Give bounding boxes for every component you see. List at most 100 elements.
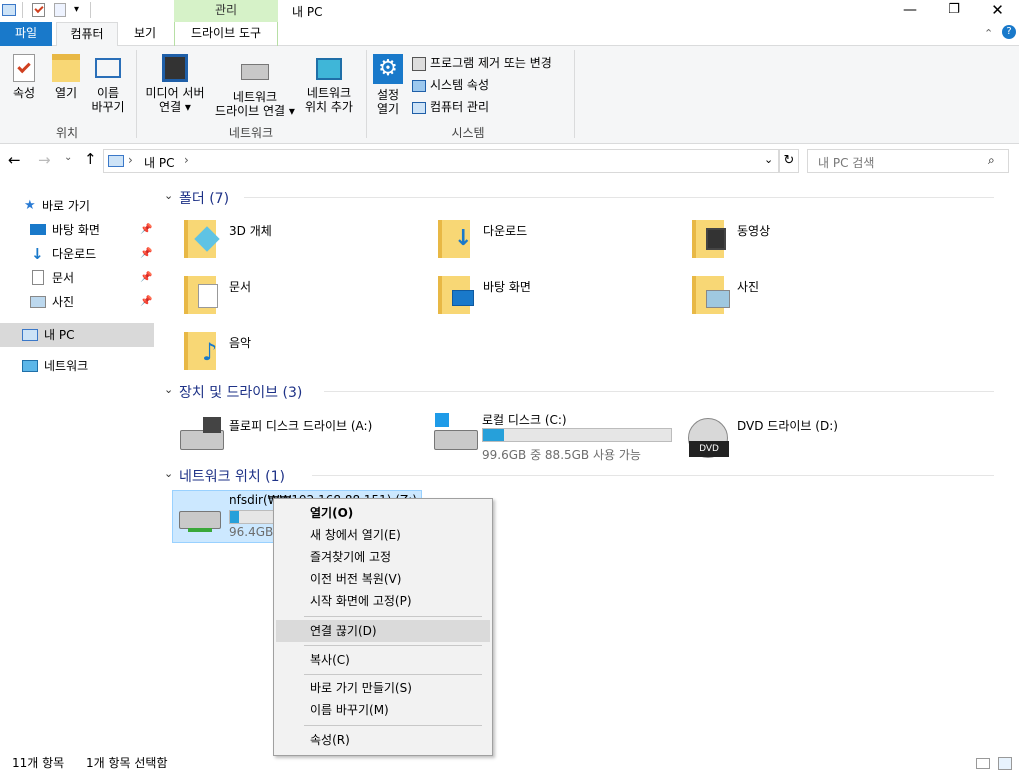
document-icon [32, 270, 44, 285]
breadcrumb-separator: › [128, 153, 133, 167]
drive-label: 플로피 디스크 드라이브 (A:) [229, 419, 373, 433]
drive-label: 로컬 디스크 (C:) [482, 413, 567, 427]
network-icon [22, 360, 38, 372]
dvd-drive-icon: DVD [688, 418, 729, 458]
context-tab-header: 관리 [174, 0, 278, 22]
navigation-pane: ★ 바로 가기 바탕 화면 📌 ↓ 다운로드 📌 문서 📌 사진 📌 내 PC … [0, 182, 156, 752]
menu-item-copy[interactable]: 복사(C) [276, 649, 490, 671]
drive-item-dvd[interactable]: DVD DVD 드라이브 (D:) [684, 410, 924, 462]
properties-button[interactable]: 속성 [6, 54, 42, 100]
pin-icon[interactable]: 📌 [140, 267, 152, 289]
media-label-1: 미디어 서버 [145, 86, 205, 100]
floppy-drive-icon [180, 417, 224, 450]
collapse-chevron-icon: ⌄ [164, 467, 174, 480]
gear-icon: ⚙ [373, 54, 403, 84]
menu-item-rename[interactable]: 이름 바꾸기(M) [276, 699, 490, 721]
folder-item-desktop[interactable]: 바탕 화면 [434, 270, 674, 322]
folder-item-pictures[interactable]: 사진 [688, 270, 928, 322]
system-properties-button[interactable]: 시스템 속성 [412, 76, 489, 94]
media-server-icon [162, 54, 188, 82]
add-network-location-button[interactable]: 네트워크 위치 추가 [300, 54, 358, 114]
menu-item-pin-quick-access[interactable]: 즐겨찾기에 고정 [276, 546, 490, 568]
properties-icon [13, 54, 35, 82]
minimize-button[interactable]: — [888, 0, 932, 22]
local-disk-icon [434, 413, 478, 450]
recent-locations-icon[interactable]: ⌄ [64, 152, 72, 163]
folder-icon [692, 276, 730, 314]
tab-computer[interactable]: 컴퓨터 [56, 22, 118, 47]
nav-this-pc[interactable]: 내 PC [0, 323, 154, 347]
drive-item-local-c[interactable]: 로컬 디스크 (C:) 99.6GB 중 88.5GB 사용 가능 [430, 406, 680, 462]
map-drive-button[interactable]: 네트워크 드라이브 연결 ▾ [212, 54, 298, 118]
tab-file[interactable]: 파일 [0, 22, 52, 46]
close-button[interactable]: ✕ [976, 0, 1019, 22]
refresh-icon[interactable]: ↻ [779, 149, 799, 173]
mapdrive-label-2: 드라이브 연결 ▾ [215, 104, 295, 118]
menu-item-properties[interactable]: 속성(R) [276, 729, 490, 751]
open-settings-button[interactable]: ⚙ 설정 열기 [370, 54, 406, 116]
back-arrow-icon[interactable]: ← [8, 151, 21, 169]
menu-item-open[interactable]: 열기(O) [276, 502, 490, 524]
folder-item-documents[interactable]: 문서 [180, 270, 420, 322]
menu-item-pin-start[interactable]: 시작 화면에 고정(P) [276, 590, 490, 612]
menu-item-open-new-window[interactable]: 새 창에서 열기(E) [276, 524, 490, 546]
nav-downloads[interactable]: ↓ 다운로드 📌 [0, 243, 154, 265]
nav-pictures[interactable]: 사진 📌 [0, 291, 154, 313]
folder-item-downloads[interactable]: ↓ 다운로드 [434, 214, 674, 266]
large-icons-view-icon[interactable] [998, 757, 1012, 770]
up-arrow-icon[interactable]: ↑ [84, 150, 97, 168]
ribbon-collapse-icon[interactable]: ⌃ [984, 27, 993, 40]
computer-management-icon [412, 101, 426, 114]
breadcrumb-this-pc[interactable]: 내 PC [144, 154, 174, 171]
help-icon[interactable]: ? [1002, 25, 1016, 39]
address-box[interactable]: › 내 PC › ⌄ [103, 149, 779, 173]
nav-network[interactable]: 네트워크 [0, 355, 154, 377]
maximize-button[interactable]: ❐ [932, 0, 976, 22]
folder-icon: ↓ [438, 220, 472, 258]
open-button[interactable]: 열기 [48, 54, 84, 100]
folder-icon [692, 220, 726, 258]
menu-item-restore-previous[interactable]: 이전 버전 복원(V) [276, 568, 490, 590]
qat-dropdown-icon[interactable]: ▾ [74, 4, 79, 15]
open-label: 열기 [54, 86, 78, 100]
menu-item-disconnect[interactable]: 연결 끊기(D) [276, 620, 490, 642]
download-icon: ↓ [31, 245, 44, 263]
breadcrumb-trailing-separator[interactable]: › [184, 153, 189, 167]
network-location-icon [316, 58, 342, 80]
folder-item-music[interactable]: ♪ 음악 [180, 326, 420, 378]
tab-view[interactable]: 보기 [122, 22, 168, 46]
search-icon[interactable]: ⌕ [988, 153, 995, 168]
drive-label: DVD 드라이브 (D:) [737, 419, 838, 433]
folder-item-3d-objects[interactable]: 3D 개체 [180, 214, 420, 266]
pin-icon[interactable]: 📌 [140, 219, 152, 241]
new-folder-qat-icon[interactable] [54, 3, 66, 17]
folder-label: 다운로드 [483, 224, 528, 238]
pin-icon[interactable]: 📌 [140, 291, 152, 313]
uninstall-button[interactable]: 프로그램 제거 또는 변경 [412, 54, 552, 72]
search-placeholder: 내 PC 검색 [818, 156, 875, 170]
tab-drive-tools[interactable]: 드라이브 도구 [174, 22, 278, 46]
forward-arrow-icon[interactable]: → [38, 151, 51, 169]
section-header-folders[interactable]: ⌄ 폴더 (7) [164, 188, 994, 208]
computer-management-button[interactable]: 컴퓨터 관리 [412, 98, 489, 116]
section-header-network-locations[interactable]: ⌄ 네트워크 위치 (1) [164, 466, 994, 486]
nav-documents[interactable]: 문서 📌 [0, 267, 154, 289]
title-bar: ▾ 관리 내 PC — ❐ ✕ [0, 0, 1019, 22]
drive-item-floppy[interactable]: 플로피 디스크 드라이브 (A:) [176, 410, 416, 462]
folder-label: 음악 [229, 336, 252, 350]
folder-item-videos[interactable]: 동영상 [688, 214, 928, 266]
nav-desktop[interactable]: 바탕 화면 📌 [0, 219, 154, 241]
rename-button[interactable]: 이름 바꾸기 [88, 54, 128, 114]
drive-free-space: 96.4GB [229, 525, 274, 539]
media-server-button[interactable]: 미디어 서버 연결 ▾ [140, 54, 210, 114]
folder-label: 바탕 화면 [483, 280, 531, 294]
address-dropdown-icon[interactable]: ⌄ [764, 153, 773, 166]
details-view-icon[interactable] [976, 758, 990, 769]
status-bar: 11개 항목 1개 항목 선택함 [0, 752, 1019, 775]
section-header-devices[interactable]: ⌄ 장치 및 드라이브 (3) [164, 382, 994, 402]
nav-quick-access[interactable]: ★ 바로 가기 [0, 195, 154, 217]
properties-qat-icon[interactable] [32, 3, 45, 17]
search-box[interactable]: 내 PC 검색 ⌕ [807, 149, 1009, 173]
pin-icon[interactable]: 📌 [140, 243, 152, 265]
menu-item-create-shortcut[interactable]: 바로 가기 만들기(S) [276, 677, 490, 699]
